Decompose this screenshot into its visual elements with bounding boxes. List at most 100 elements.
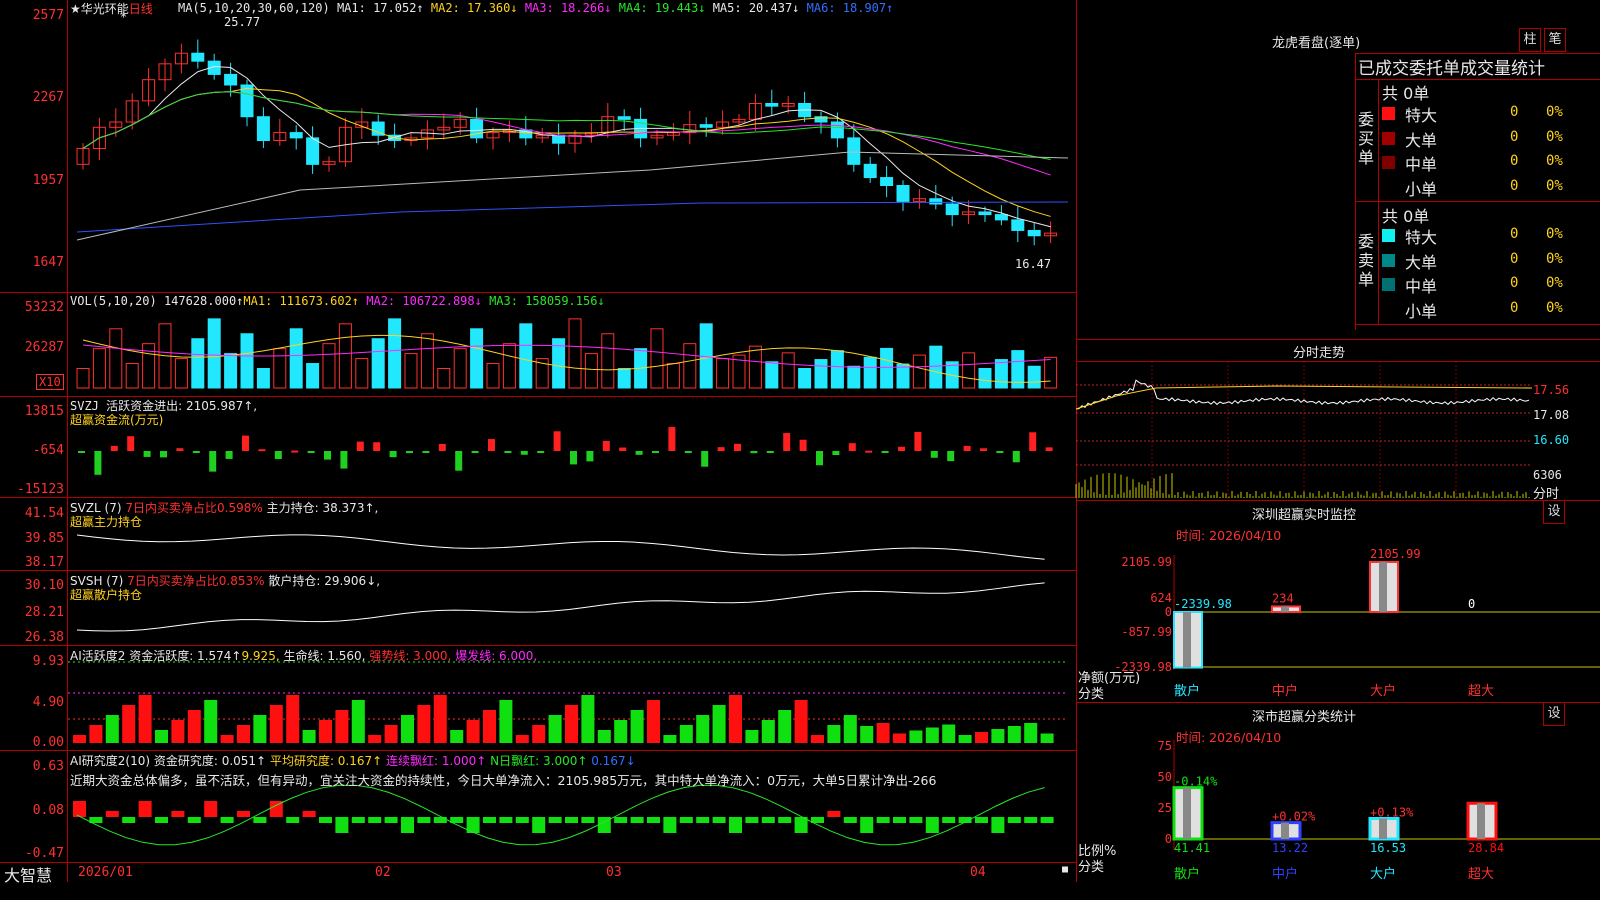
sz-bar-shade <box>1281 606 1289 612</box>
flow-bar <box>635 451 643 455</box>
svzl-ratio: 7日内买卖净占比0.598% <box>125 501 263 515</box>
research-bar <box>220 817 234 823</box>
ma6-value: MA6: 18.907↑ <box>806 1 894 15</box>
activity-bar <box>745 730 759 743</box>
intraday-chart[interactable] <box>1075 361 1600 501</box>
research-bar <box>483 817 496 823</box>
ma5-value: MA5: 20.437↓ <box>712 1 800 15</box>
flow-bar <box>438 443 446 451</box>
activity-bar <box>319 720 332 743</box>
ss-value-label: 28.84 <box>1468 841 1504 855</box>
research-bar <box>778 817 792 823</box>
order-count: 0 <box>1510 128 1519 145</box>
flow-bar <box>881 451 889 453</box>
research-bar <box>630 817 644 823</box>
candle <box>1011 219 1025 231</box>
ma-legend: MA(5,10,20,30,60,120) MA1: 17.052↑ MA2: … <box>178 1 893 15</box>
order-type: 中单 <box>1405 155 1438 174</box>
vol-unit-button[interactable]: X10 <box>36 374 64 390</box>
research-bar <box>696 817 710 823</box>
volume-bar <box>814 359 828 389</box>
activity-bar <box>597 730 611 743</box>
ai-commentary: 近期大资金总体偏多，虽不活跃，但有异动，宜关注大资金的持续性，今日大单净流入：2… <box>70 773 937 788</box>
flow-bar <box>274 451 282 459</box>
candle <box>978 211 992 216</box>
flow-bar <box>963 445 971 451</box>
activity-bar <box>515 735 529 743</box>
order-count: 0 <box>1510 299 1519 316</box>
research-bar <box>548 817 562 823</box>
research-bar <box>335 817 349 833</box>
activity-bar <box>204 700 218 743</box>
research-bar <box>581 817 595 823</box>
order-percent: 0% <box>1546 104 1563 120</box>
activity-bar <box>417 705 431 743</box>
activity-bar <box>1007 726 1021 743</box>
period-label[interactable]: 日线 <box>129 2 153 16</box>
sz-axis-tick: 2105.99 <box>1121 555 1172 569</box>
candle <box>240 84 254 118</box>
volume-bar <box>437 368 451 389</box>
buy-total: 共 0单 <box>1382 84 1430 103</box>
ss-xlabel: 分类 <box>1078 860 1105 875</box>
flow-bar <box>291 450 299 453</box>
sz-axis-tick: 0 <box>1165 605 1172 619</box>
flow-bar <box>586 451 594 462</box>
sz-axis-tick: -857.99 <box>1121 625 1172 639</box>
tick-view-button[interactable]: 笔 <box>1544 28 1566 52</box>
flow-bar <box>340 451 348 469</box>
activity-bar <box>581 695 595 743</box>
volume-bar <box>765 361 779 389</box>
volume-bar <box>650 328 664 389</box>
activity-bar <box>237 725 250 743</box>
lock-icon[interactable]: ■ <box>1062 864 1068 875</box>
color-swatch <box>1382 131 1395 145</box>
divider <box>1355 324 1600 325</box>
color-swatch <box>1382 107 1395 120</box>
ai2-nday: N日飘红: 3.000↑ <box>490 754 588 768</box>
activity-bar <box>171 720 185 743</box>
buy-side-label: 委买单 <box>1358 110 1375 167</box>
flow-bar <box>356 441 364 451</box>
svzl-tick: 38.17 <box>24 555 64 570</box>
order-count: 0 <box>1510 104 1519 120</box>
research-bar <box>515 817 529 823</box>
flow-bar <box>783 433 791 451</box>
activity-bar <box>286 695 300 743</box>
research-bar <box>286 817 300 823</box>
research-bar <box>433 817 447 823</box>
flow-bar <box>94 451 102 475</box>
volume-bar <box>863 356 877 389</box>
vol-tick: 53232 <box>24 300 64 315</box>
flow-bar <box>225 451 233 459</box>
divider <box>1355 53 1356 330</box>
volume-bar <box>601 333 615 389</box>
candle <box>191 52 205 62</box>
flow-bar <box>914 431 922 451</box>
ss-bar-shade <box>1477 803 1485 839</box>
activity-bar <box>384 725 398 743</box>
volume-bar <box>256 368 270 389</box>
research-bar <box>860 817 874 833</box>
vol-label: VOL(5,10,20) <box>70 294 157 308</box>
research-bar <box>679 817 693 823</box>
bar-view-button[interactable]: 柱 <box>1519 28 1541 52</box>
svsh-tick: 30.10 <box>24 578 64 593</box>
svzj-sub: 超赢资金流(万元) <box>70 413 164 427</box>
research-bar <box>729 817 742 833</box>
research-bar <box>122 817 136 823</box>
star-icon[interactable]: ★ <box>70 2 81 16</box>
activity-bar <box>893 733 906 743</box>
activity-bar <box>794 700 808 743</box>
activity-bar <box>975 732 988 743</box>
research-bar <box>187 817 201 823</box>
activity-bar <box>925 727 939 743</box>
research-bar <box>351 817 365 823</box>
candle <box>1027 229 1041 237</box>
ss-bar-shade <box>1281 822 1289 839</box>
sz-category: 散户 <box>1174 683 1200 699</box>
candle <box>552 134 566 144</box>
flow-bar <box>602 440 610 451</box>
price-tick: 2577 <box>32 8 64 23</box>
order-percent: 0% <box>1546 153 1563 169</box>
